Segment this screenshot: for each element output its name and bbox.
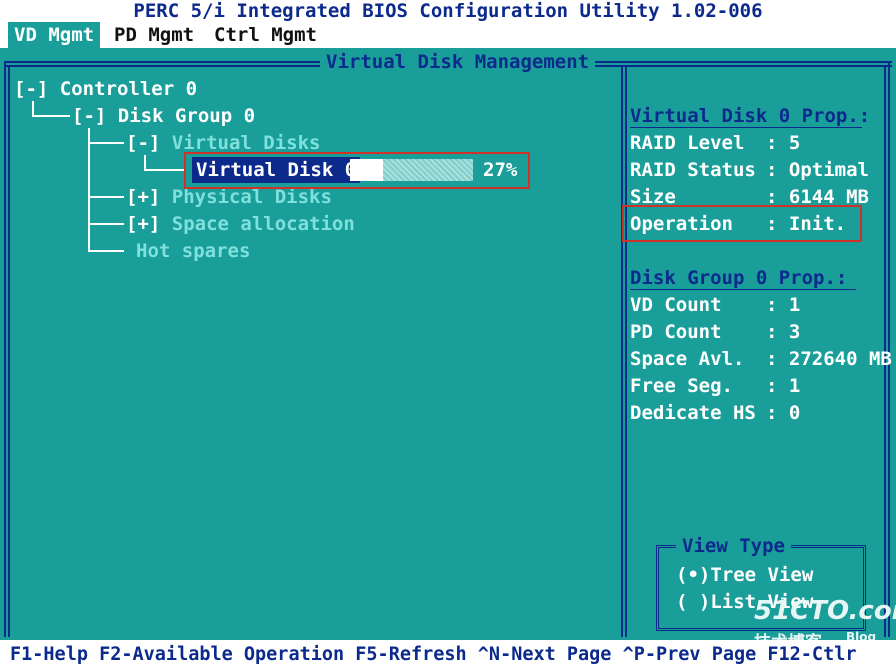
menu-bar: VD Mgmt PD Mgmt Ctrl Mgmt [0,22,896,48]
vd-prop-label: Operation [630,213,733,235]
sa-toggle: [+] [126,213,172,235]
vd-prop-value: : 6144 MB [766,186,869,208]
highlight-box-vd0 [184,152,530,189]
tree-space-allocation[interactable]: [+] Space allocation [126,212,355,236]
watermark-site: 51CTO.com [754,596,896,626]
menu-vd-mgmt[interactable]: VD Mgmt [8,22,101,48]
vd-prop-value: : 5 [766,132,801,154]
vd-label: Virtual Disks [171,132,321,154]
window-title: PERC 5/i Integrated BIOS Configuration U… [0,0,896,22]
tree-hot-spares[interactable]: Hot spares [136,239,250,263]
dg-prop-value: : 3 [766,321,801,343]
dg-prop-value: : 0 [766,402,801,424]
dg-prop-value: : 1 [766,294,801,316]
dg-prop-label: Dedicate HS [630,402,756,424]
menu-ctrl-mgmt[interactable]: Ctrl Mgmt [208,22,323,48]
vd-prop-value: : Init. [766,213,847,235]
vd-prop-label: RAID Status [630,159,756,181]
vd-prop-value: : Optimal [766,159,869,181]
sa-label: Space allocation [171,213,355,235]
panel-title: Virtual Disk Management [320,51,596,73]
radio-tree-view[interactable]: (•)Tree View [676,563,813,587]
dg-prop-label: Space Avl. [630,348,745,370]
vd-props-heading: Virtual Disk 0 Prop.: [630,105,871,127]
vd-prop-label: RAID Level [630,132,745,154]
pd-toggle: [+] [126,186,172,208]
tree-disk-group[interactable]: [-] Disk Group 0 [72,104,255,128]
dg-props-heading: Disk Group 0 Prop.: [630,267,848,289]
status-bar: F1-Help F2-Available Operation F5-Refres… [0,640,896,672]
dg-prop-value: : 1 [766,375,801,397]
dg-prop-label: Free Seg. [630,375,733,397]
dg-prop-label: PD Count [630,321,722,343]
tree-controller[interactable]: [-] Controller 0 [14,77,197,101]
dg-prop-label: VD Count [630,294,722,316]
view-type-title: View Type [676,534,791,558]
menu-pd-mgmt[interactable]: PD Mgmt [108,22,200,48]
vd-toggle: [-] [126,132,172,154]
dg-prop-value: : 272640 MB [766,348,892,370]
pd-label: Physical Disks [171,186,332,208]
vd-prop-label: Size [630,186,676,208]
